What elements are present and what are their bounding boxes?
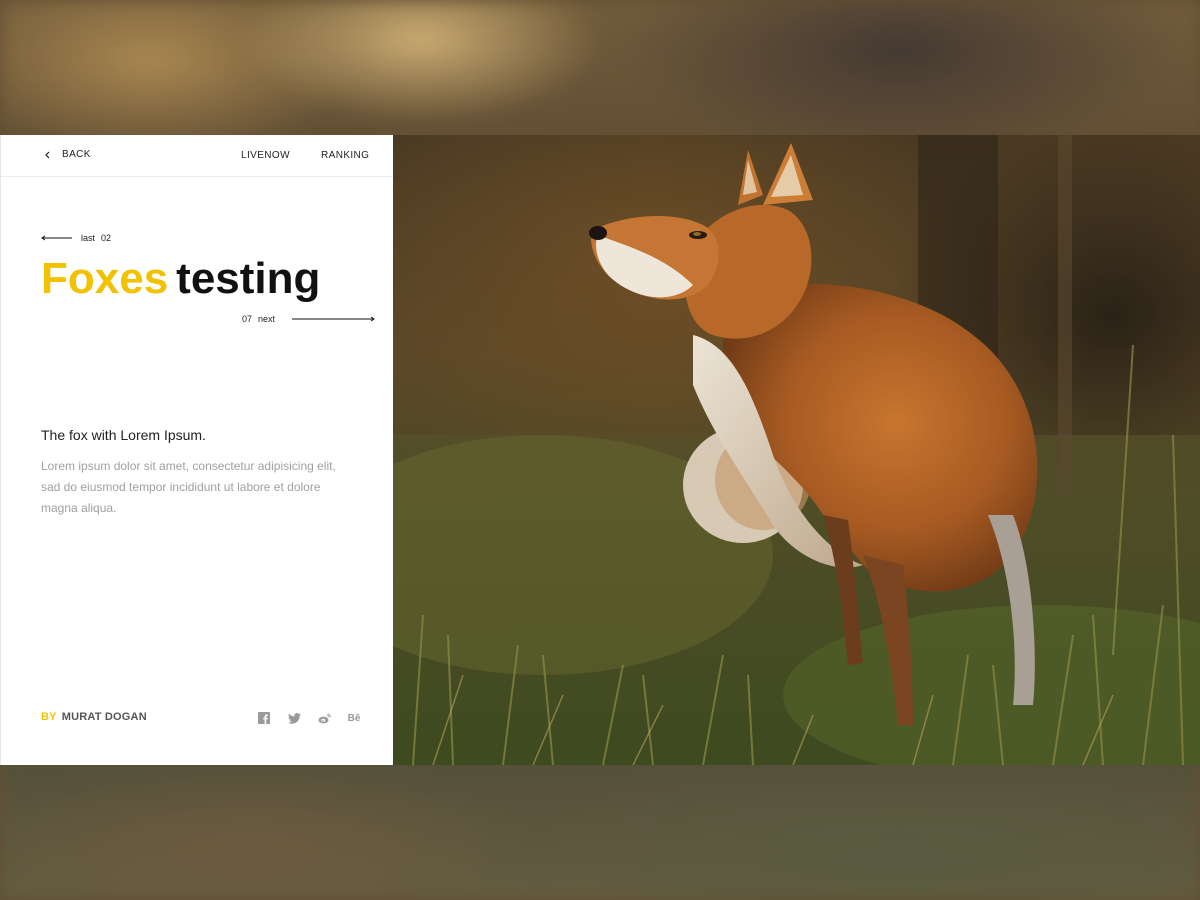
previous-number: 02 (101, 233, 112, 243)
title-rest: testing (176, 254, 321, 303)
by-label: BY (41, 711, 57, 723)
fox-photo (393, 135, 1200, 765)
page-title: Foxes testing (41, 253, 320, 305)
next-article-link[interactable]: 07 next (242, 314, 375, 324)
facebook-icon[interactable] (257, 711, 271, 725)
fox-illustration (393, 135, 1200, 765)
twitter-icon[interactable] (287, 711, 301, 725)
next-label: next (258, 314, 276, 324)
behance-icon[interactable]: Bē (347, 711, 361, 725)
nav-link-ranking[interactable]: RANKING (321, 150, 369, 161)
chevron-left-icon (45, 151, 50, 158)
social-links: Bē (257, 711, 361, 725)
author-byline: BY MURAT DOGAN (41, 711, 147, 723)
back-label: BACK (62, 149, 91, 160)
article-panel: BACK LIVENOW RANKING last 02 Foxes testin… (0, 135, 394, 765)
next-number: 07 (242, 314, 253, 324)
article-body: Lorem ipsum dolor sit amet, consectetur … (41, 459, 336, 515)
behance-text: Bē (347, 712, 361, 724)
article-subheading: The fox with Lorem Ipsum. (41, 427, 206, 443)
arrow-right-icon (292, 316, 375, 322)
arrow-left-icon (41, 235, 72, 241)
back-button[interactable]: BACK (43, 149, 91, 160)
top-navigation: BACK LIVENOW RANKING (1, 135, 394, 177)
title-highlight: Foxes (41, 254, 169, 303)
previous-label: last (81, 233, 96, 243)
nav-link-livenow[interactable]: LIVENOW (241, 150, 290, 161)
weibo-icon[interactable] (317, 711, 331, 725)
previous-article-link[interactable]: last 02 (41, 233, 111, 243)
author-name[interactable]: MURAT DOGAN (62, 711, 147, 723)
